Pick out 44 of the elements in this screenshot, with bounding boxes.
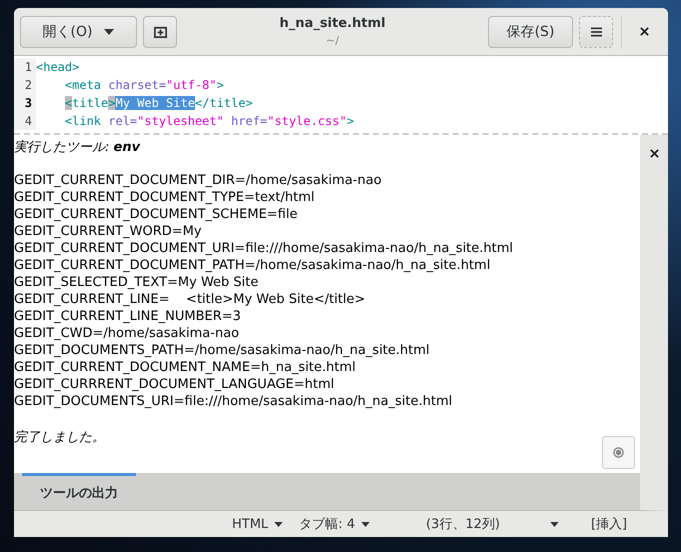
new-tab-icon xyxy=(152,24,168,39)
stop-button[interactable] xyxy=(602,436,635,469)
caret-icon xyxy=(274,522,284,526)
output-line: GEDIT_CURRENT_DOCUMENT_SCHEME=file xyxy=(14,207,298,224)
code-line: <title>My Web Site</title> xyxy=(64,96,253,110)
line-number: 2 xyxy=(14,76,36,94)
code-line: <meta charset="utf-8"> xyxy=(64,78,224,92)
output-line: GEDIT_CURRRENT_DOCUMENT_LANGUAGE=html xyxy=(14,377,336,394)
output-line: GEDIT_CURRENT_DOCUMENT_NAME=h_na_site.html xyxy=(14,360,357,377)
output-line: GEDIT_SELECTED_TEXT=My Web Site xyxy=(14,275,260,292)
line-number: 4 xyxy=(14,112,36,130)
output-line: GEDIT_CURRENT_DOCUMENT_URI=file:///home/sasakima-nao/h_na_site.html xyxy=(14,241,514,258)
language-dropdown[interactable]: HTML xyxy=(224,516,292,532)
code-line: <head> xyxy=(36,60,80,74)
output-line: GEDIT_CURRENT_DOCUMENT_DIR=/home/sasakima-nao xyxy=(14,173,383,190)
code-line: <link rel="stylesheet" href="style.css"> xyxy=(64,114,354,128)
output-line: GEDIT_CURRENT_LINE_NUMBER=3 xyxy=(14,309,242,326)
output-line: GEDIT_CURRENT_DOCUMENT_PATH=/home/sasakima-nao/h_na_site.html xyxy=(14,258,492,275)
window-title: h_na_site.html xyxy=(278,16,386,31)
new-document-button[interactable] xyxy=(143,16,177,48)
close-icon xyxy=(650,148,658,158)
line-number: 1 xyxy=(14,58,36,76)
menu-icon xyxy=(590,26,602,36)
menu-button[interactable] xyxy=(579,16,613,48)
cursor-position-dropdown[interactable]: (3行、12列) xyxy=(418,515,567,533)
line-number: 3 xyxy=(14,94,36,112)
output-line: GEDIT_CURRENT_WORD=My xyxy=(14,224,203,241)
output-line: GEDIT_CWD=/home/sasakima-nao xyxy=(14,326,240,343)
status-message: 完了しました。 xyxy=(14,429,106,446)
insert-mode: [挿入] xyxy=(590,516,628,533)
output-line: GEDIT_CURRENT_LINE= <title>My Web Site</title> xyxy=(14,292,366,309)
open-button[interactable]: 開く(O) xyxy=(20,16,137,48)
output-line: GEDIT_DOCUMENTS_PATH=/home/sasakima-nao/h_na_site.html xyxy=(14,343,431,360)
record-icon xyxy=(613,447,624,458)
tab-width-dropdown[interactable]: タブ幅: 4 xyxy=(291,515,378,533)
output-line: GEDIT_CURRENT_DOCUMENT_TYPE=text/html xyxy=(14,190,316,207)
output-line: GEDIT_DOCUMENTS_URI=file:///home/sasakima-nao/h_na_site.html xyxy=(14,394,454,411)
tool-heading: 実行したツール: env xyxy=(14,139,142,156)
caret-icon xyxy=(104,28,114,34)
save-button[interactable]: 保存(S) xyxy=(488,16,573,48)
close-icon xyxy=(640,27,648,36)
file-path: ~/ xyxy=(325,34,340,47)
caret-icon xyxy=(360,522,370,526)
caret-icon xyxy=(550,522,559,526)
